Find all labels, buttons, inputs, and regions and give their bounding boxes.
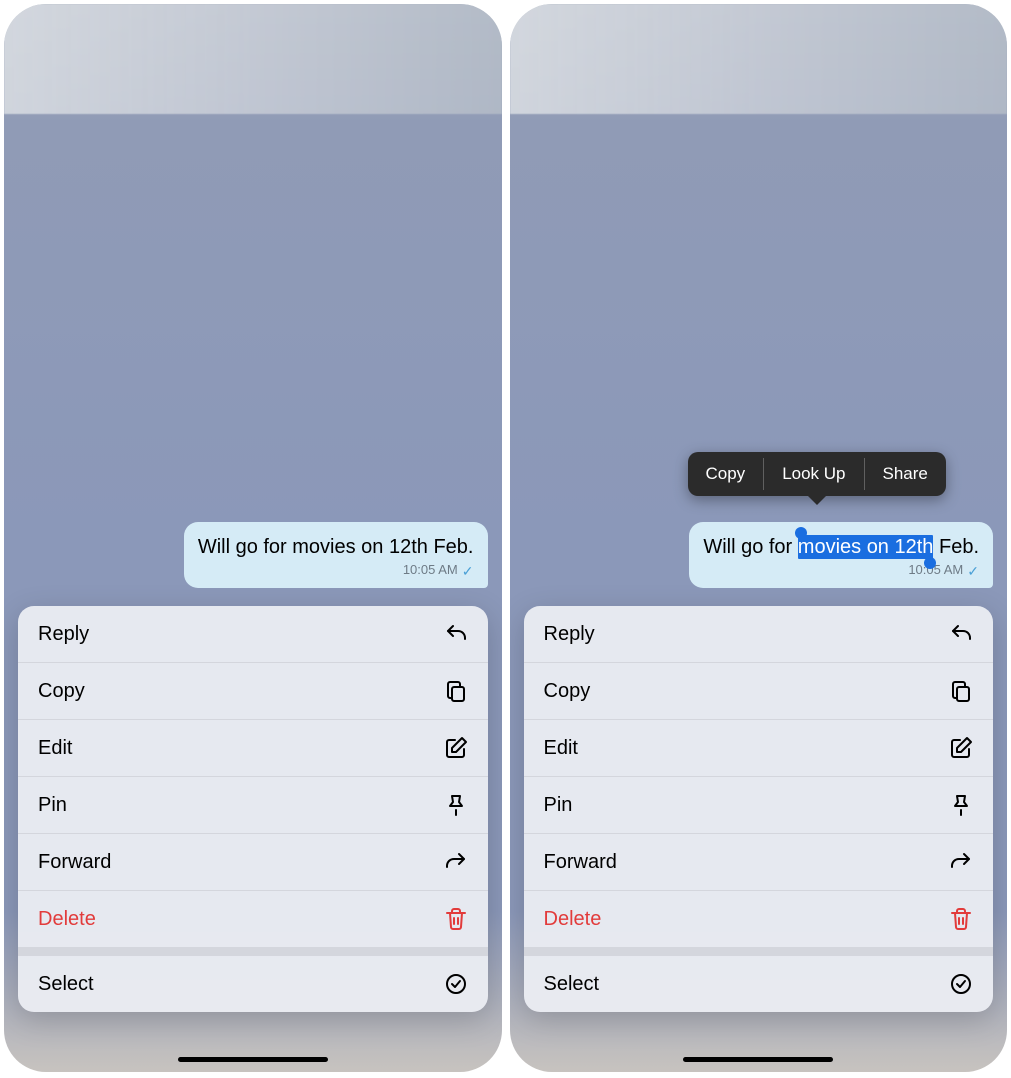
context-menu: Reply Copy Edit Pin <box>524 606 994 1012</box>
message-row: Will go for movies on 12th Feb. 10:05 AM… <box>524 522 994 588</box>
message-time: 10:05 AM <box>908 562 963 579</box>
menu-copy[interactable]: Copy <box>18 663 488 720</box>
copy-icon <box>949 679 973 703</box>
copy-icon <box>444 679 468 703</box>
menu-separator <box>18 948 488 956</box>
message-bubble[interactable]: Will go for movies on 12th Feb. 10:05 AM… <box>184 522 488 588</box>
menu-delete[interactable]: Delete <box>524 891 994 948</box>
edit-icon <box>444 736 468 760</box>
popover-lookup[interactable]: Look Up <box>764 452 863 496</box>
menu-select[interactable]: Select <box>18 956 488 1012</box>
menu-pin-label: Pin <box>38 794 67 817</box>
text-selection-popover: Copy Look Up Share <box>688 452 946 496</box>
message-time: 10:05 AM <box>403 562 458 579</box>
menu-copy-label: Copy <box>544 680 591 703</box>
menu-edit[interactable]: Edit <box>18 720 488 777</box>
delivered-check-icon: ✓ <box>462 562 474 580</box>
right-screenshot: Copy Look Up Share Will go for movies on… <box>510 4 1008 1072</box>
message-text-suffix: Feb. <box>933 536 979 558</box>
nav-bar-blur <box>510 4 1008 114</box>
menu-forward-label: Forward <box>38 851 111 874</box>
popover-share-label: Share <box>883 464 928 484</box>
menu-reply-label: Reply <box>38 623 89 646</box>
menu-select-label: Select <box>38 973 94 996</box>
forward-icon <box>444 850 468 874</box>
menu-select-label: Select <box>544 973 600 996</box>
home-indicator[interactable] <box>178 1057 328 1062</box>
reply-icon <box>444 622 468 646</box>
menu-reply[interactable]: Reply <box>524 606 994 663</box>
trash-icon <box>444 907 468 931</box>
select-icon <box>444 972 468 996</box>
menu-edit[interactable]: Edit <box>524 720 994 777</box>
content-area: Will go for movies on 12th Feb. 10:05 AM… <box>18 522 488 1012</box>
menu-reply-label: Reply <box>544 623 595 646</box>
home-indicator[interactable] <box>683 1057 833 1062</box>
menu-select[interactable]: Select <box>524 956 994 1012</box>
message-text-prefix: Will go for <box>703 536 797 558</box>
menu-pin-label: Pin <box>544 794 573 817</box>
trash-icon <box>949 907 973 931</box>
menu-forward[interactable]: Forward <box>18 834 488 891</box>
message-row: Will go for movies on 12th Feb. 10:05 AM… <box>18 522 488 588</box>
message-meta: 10:05 AM ✓ <box>703 562 979 580</box>
nav-bar-blur <box>4 4 502 114</box>
menu-delete[interactable]: Delete <box>18 891 488 948</box>
message-meta: 10:05 AM ✓ <box>198 562 474 580</box>
menu-separator <box>524 948 994 956</box>
message-bubble[interactable]: Will go for movies on 12th Feb. 10:05 AM… <box>689 522 993 588</box>
selected-text[interactable]: movies on 12th <box>798 535 934 559</box>
edit-icon <box>949 736 973 760</box>
reply-icon <box>949 622 973 646</box>
delivered-check-icon: ✓ <box>967 562 979 580</box>
menu-pin[interactable]: Pin <box>524 777 994 834</box>
popover-lookup-label: Look Up <box>782 464 845 484</box>
select-icon <box>949 972 973 996</box>
menu-edit-label: Edit <box>544 737 578 760</box>
menu-copy-label: Copy <box>38 680 85 703</box>
menu-copy[interactable]: Copy <box>524 663 994 720</box>
menu-reply[interactable]: Reply <box>18 606 488 663</box>
pin-icon <box>949 793 973 817</box>
menu-forward-label: Forward <box>544 851 617 874</box>
forward-icon <box>949 850 973 874</box>
selection-handle-start[interactable] <box>795 527 807 539</box>
menu-edit-label: Edit <box>38 737 72 760</box>
message-text-selected: movies on 12th <box>798 536 934 558</box>
popover-copy[interactable]: Copy <box>688 452 764 496</box>
message-text: Will go for movies on 12th Feb. <box>198 536 474 558</box>
pin-icon <box>444 793 468 817</box>
left-screenshot: Will go for movies on 12th Feb. 10:05 AM… <box>4 4 502 1072</box>
menu-delete-label: Delete <box>544 908 602 931</box>
content-area: Will go for movies on 12th Feb. 10:05 AM… <box>524 522 994 1012</box>
popover-share[interactable]: Share <box>865 452 946 496</box>
menu-forward[interactable]: Forward <box>524 834 994 891</box>
context-menu: Reply Copy Edit Pin <box>18 606 488 1012</box>
menu-pin[interactable]: Pin <box>18 777 488 834</box>
menu-delete-label: Delete <box>38 908 96 931</box>
popover-copy-label: Copy <box>706 464 746 484</box>
